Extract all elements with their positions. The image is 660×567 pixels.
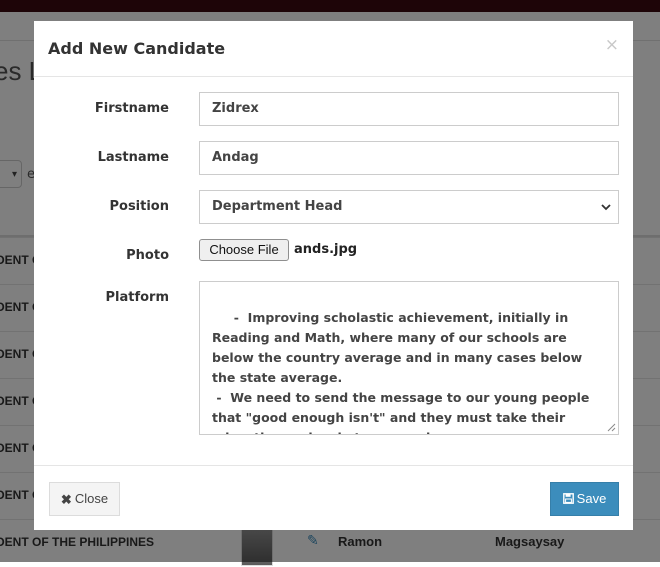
chevron-down-icon <box>601 204 611 211</box>
modal-title: Add New Candidate <box>48 39 226 58</box>
firstname-label: Firstname <box>94 101 169 116</box>
save-button[interactable]: Save <box>550 482 619 516</box>
platform-text: - Improving scholastic achievement, init… <box>212 310 590 434</box>
choose-file-button[interactable]: Choose File <box>199 239 289 261</box>
close-icon[interactable]: × <box>605 35 619 55</box>
add-candidate-modal: Add New Candidate × Firstname Zidrex Las… <box>34 21 633 530</box>
platform-textarea[interactable]: - Improving scholastic achievement, init… <box>199 281 619 435</box>
position-select[interactable]: Department Head <box>199 190 619 224</box>
close-button[interactable]: ✖ Close <box>49 482 120 516</box>
position-label: Position <box>109 199 169 214</box>
close-button-label: Close <box>74 491 109 506</box>
floppy-disk-icon <box>562 493 574 504</box>
selected-file-name: ands.jpg <box>294 242 358 257</box>
lastname-label: Lastname <box>97 150 169 165</box>
times-icon: ✖ <box>60 492 72 507</box>
modal-footer: ✖ Close Save <box>34 465 633 531</box>
photo-label: Photo <box>126 248 169 263</box>
platform-label: Platform <box>105 290 169 305</box>
save-button-label: Save <box>576 491 607 506</box>
position-selected-value: Department Head <box>212 199 343 214</box>
resize-grip-icon[interactable] <box>607 423 616 432</box>
lastname-input[interactable]: Andag <box>199 141 619 175</box>
modal-header: Add New Candidate × <box>34 21 633 77</box>
firstname-input[interactable]: Zidrex <box>199 92 619 126</box>
